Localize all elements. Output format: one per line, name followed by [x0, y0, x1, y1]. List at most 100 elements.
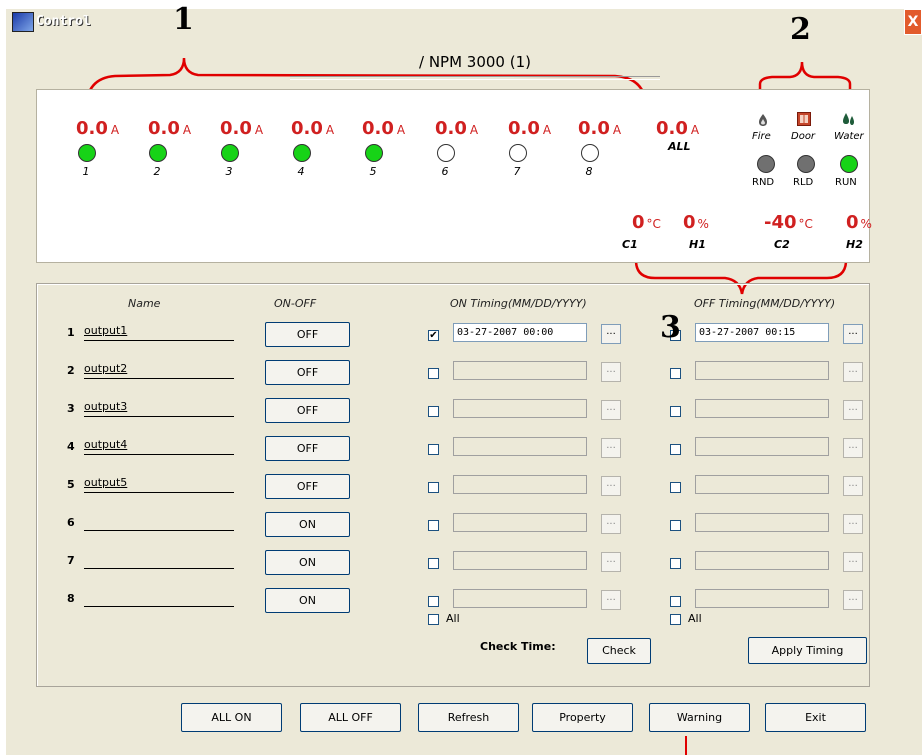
refresh-button[interactable]: Refresh	[418, 703, 519, 732]
output-toggle-button[interactable]: OFF	[265, 436, 350, 461]
all-on-button[interactable]: ALL ON	[181, 703, 282, 732]
channel-label-5: 5	[369, 165, 377, 178]
on-timing-field[interactable]	[453, 475, 587, 494]
on-timing-field[interactable]	[453, 513, 587, 532]
current-reading-2: 0.0 A	[148, 118, 191, 139]
off-timing-field[interactable]: 03-27-2007 00:15	[695, 323, 829, 342]
on-timing-picker-button[interactable]: ...	[601, 552, 621, 572]
all-on-timing-checkbox[interactable]	[428, 614, 439, 625]
check-button[interactable]: Check	[587, 638, 651, 664]
off-timing-field[interactable]	[695, 437, 829, 456]
on-timing-picker-button[interactable]: ...	[601, 324, 621, 344]
on-timing-field[interactable]: 03-27-2007 00:00	[453, 323, 587, 342]
current-reading-4: 0.0 A	[291, 118, 334, 139]
water-label: Water	[834, 131, 864, 142]
env-unit: %	[860, 217, 872, 231]
output-name: output3	[84, 400, 234, 417]
output-name: output5	[84, 476, 234, 493]
row-number: 4	[67, 440, 75, 453]
off-timing-checkbox[interactable]	[670, 596, 681, 607]
on-timing-field[interactable]	[453, 437, 587, 456]
off-timing-field[interactable]	[695, 475, 829, 494]
on-timing-checkbox[interactable]	[428, 558, 439, 569]
off-timing-checkbox[interactable]	[670, 444, 681, 455]
output-toggle-button[interactable]: OFF	[265, 322, 350, 347]
on-timing-picker-button[interactable]: ...	[601, 362, 621, 382]
check-time-label: Check Time:	[480, 640, 556, 653]
all-off-button[interactable]: ALL OFF	[300, 703, 401, 732]
output-toggle-button[interactable]: OFF	[265, 360, 350, 385]
off-timing-field[interactable]	[695, 513, 829, 532]
rld-label: RLD	[793, 177, 814, 188]
on-timing-picker-button[interactable]: ...	[601, 476, 621, 496]
on-timing-checkbox[interactable]	[428, 520, 439, 531]
output-toggle-button[interactable]: ON	[265, 550, 350, 575]
row-number: 1	[67, 326, 75, 339]
on-timing-picker-button[interactable]: ...	[601, 400, 621, 420]
on-timing-field[interactable]	[453, 361, 587, 380]
off-timing-picker-button[interactable]: ...	[843, 514, 863, 534]
on-timing-checkbox[interactable]	[428, 482, 439, 493]
off-timing-checkbox[interactable]	[670, 482, 681, 493]
current-value: 0.0	[76, 118, 108, 139]
current-value: 0.0	[508, 118, 540, 139]
row-number: 3	[67, 402, 75, 415]
off-timing-picker-button[interactable]: ...	[843, 590, 863, 610]
on-timing-checkbox[interactable]	[428, 444, 439, 455]
on-timing-picker-button[interactable]: ...	[601, 590, 621, 610]
on-timing-checkbox[interactable]: ✔	[428, 330, 439, 341]
off-timing-field[interactable]	[695, 361, 829, 380]
off-timing-checkbox[interactable]	[670, 406, 681, 417]
door-label: Door	[791, 131, 816, 142]
header-onoff: ON-OFF	[274, 297, 317, 310]
all-off-timing-checkbox[interactable]	[670, 614, 681, 625]
close-button[interactable]: X	[904, 9, 922, 35]
on-timing-field[interactable]	[453, 589, 587, 608]
off-timing-checkbox[interactable]	[670, 558, 681, 569]
channel-label-8: 8	[585, 165, 593, 178]
off-timing-checkbox[interactable]	[670, 520, 681, 531]
all-off-timing-label: All	[688, 612, 702, 625]
on-timing-field[interactable]	[453, 551, 587, 570]
output-toggle-button[interactable]: OFF	[265, 398, 350, 423]
property-button[interactable]: Property	[532, 703, 633, 732]
temp-c2-reading: -40 °C	[764, 212, 813, 233]
off-timing-picker-button[interactable]: ...	[843, 476, 863, 496]
device-title: / NPM 3000 (1)	[419, 53, 531, 71]
row-number: 7	[67, 554, 75, 567]
off-timing-picker-button[interactable]: ...	[843, 400, 863, 420]
apply-timing-button[interactable]: Apply Timing	[748, 637, 867, 664]
app-icon	[12, 12, 34, 32]
rnd-led	[757, 155, 775, 173]
on-timing-checkbox[interactable]	[428, 596, 439, 607]
current-unit: A	[254, 123, 264, 137]
on-timing-field[interactable]	[453, 399, 587, 418]
on-timing-checkbox[interactable]	[428, 368, 439, 379]
output-toggle-button[interactable]: ON	[265, 512, 350, 537]
on-timing-picker-button[interactable]: ...	[601, 438, 621, 458]
off-timing-picker-button[interactable]: ...	[843, 438, 863, 458]
off-timing-field[interactable]	[695, 551, 829, 570]
on-timing-picker-button[interactable]: ...	[601, 514, 621, 534]
rld-led	[797, 155, 815, 173]
off-timing-picker-button[interactable]: ...	[843, 552, 863, 572]
output-name	[84, 590, 234, 607]
output-toggle-button[interactable]: ON	[265, 588, 350, 613]
warning-button[interactable]: Warning	[649, 703, 750, 732]
off-timing-picker-button[interactable]: ...	[843, 362, 863, 382]
output-toggle-button[interactable]: OFF	[265, 474, 350, 499]
channel-led-4	[293, 144, 311, 162]
off-timing-picker-button[interactable]: ...	[843, 324, 863, 344]
humidity-h1-reading: 0%	[683, 212, 709, 233]
current-unit: A	[690, 123, 700, 137]
off-timing-checkbox[interactable]	[670, 368, 681, 379]
exit-button[interactable]: Exit	[765, 703, 866, 732]
env-unit: °C	[646, 217, 661, 231]
humidity-h2-reading: 0%	[846, 212, 872, 233]
current-reading-6: 0.0 A	[435, 118, 478, 139]
off-timing-field[interactable]	[695, 589, 829, 608]
off-timing-field[interactable]	[695, 399, 829, 418]
annotation-2: 2	[790, 12, 811, 47]
all-label: ALL	[668, 140, 691, 153]
on-timing-checkbox[interactable]	[428, 406, 439, 417]
